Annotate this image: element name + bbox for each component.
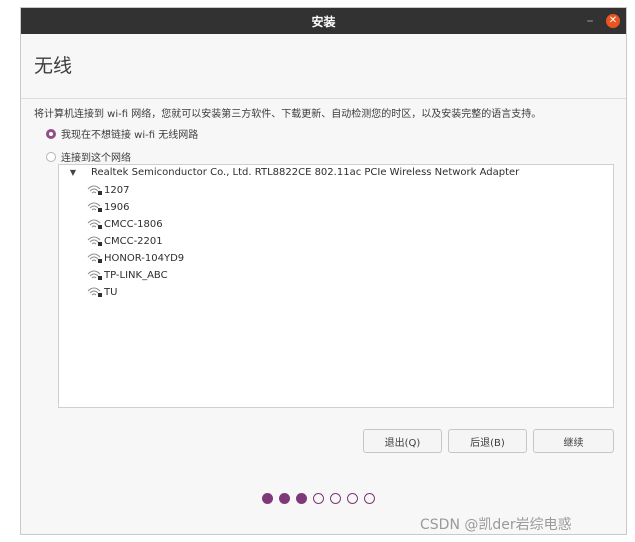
radio-unchecked-icon[interactable] [46, 151, 56, 162]
expander-down-icon[interactable]: ▼ [63, 168, 83, 177]
continue-button[interactable]: 继续 [533, 429, 614, 453]
watermark: CSDN @凯der岩综电惑 [420, 517, 572, 533]
network-ssid: CMCC-1806 [104, 218, 163, 230]
intro-text: 将计算机连接到 wi-fi 网络，您就可以安装第三方软件、下载更新、自动检测您的… [34, 109, 542, 120]
network-ssid: 1906 [104, 201, 130, 213]
network-list[interactable]: ▼ Realtek Semiconductor Co., Ltd. RTL882… [58, 164, 614, 408]
network-ssid: HONOR-104YD9 [104, 252, 185, 264]
progress-dot-empty [364, 493, 375, 504]
network-item[interactable]: 1906 [87, 201, 129, 213]
network-ssid: TP-LINK_ABC [104, 269, 168, 281]
wifi-locked-icon [87, 185, 102, 195]
network-ssid: TU [104, 286, 118, 298]
progress-dot-filled [279, 493, 290, 504]
radio-checked-icon[interactable] [46, 128, 56, 139]
connect-network-option[interactable]: 连接到这个网络 [46, 149, 131, 164]
network-ssid: CMCC-2201 [104, 235, 163, 247]
connect-network-label: 连接到这个网络 [61, 153, 131, 164]
no-wifi-label: 我现在不想链接 wi-fi 无线网路 [61, 130, 199, 141]
adapter-name: Realtek Semiconductor Co., Ltd. RTL8822C… [91, 167, 520, 178]
network-item[interactable]: CMCC-1806 [87, 218, 163, 230]
wifi-locked-icon [87, 253, 102, 263]
window-title: 安装 [311, 14, 336, 29]
close-button[interactable]: ✕ [606, 14, 620, 28]
wifi-locked-icon [87, 236, 102, 246]
title-bar[interactable]: 安装 – ✕ [21, 8, 626, 34]
network-item[interactable]: HONOR-104YD9 [87, 252, 184, 264]
wifi-locked-icon [87, 219, 102, 229]
network-item[interactable]: TP-LINK_ABC [87, 269, 168, 281]
wifi-locked-icon [87, 270, 102, 280]
page-header: 无线 [21, 34, 626, 99]
no-wifi-option[interactable]: 我现在不想链接 wi-fi 无线网路 [46, 126, 198, 141]
progress-dot-filled [296, 493, 307, 504]
installer-window: 安装 – ✕ 无线 将计算机连接到 wi-fi 网络，您就可以安装第三方软件、下… [20, 7, 627, 535]
progress-indicator [262, 493, 381, 504]
wifi-locked-icon [87, 287, 102, 297]
back-button[interactable]: 后退(B) [448, 429, 527, 453]
progress-dot-empty [347, 493, 358, 504]
network-ssid: 1207 [104, 184, 130, 196]
wifi-locked-icon [87, 202, 102, 212]
adapter-row[interactable]: ▼ Realtek Semiconductor Co., Ltd. RTL882… [63, 167, 519, 178]
quit-button[interactable]: 退出(Q) [363, 429, 442, 453]
network-item[interactable]: CMCC-2201 [87, 235, 163, 247]
network-item[interactable]: TU [87, 286, 117, 298]
minimize-button[interactable]: – [582, 11, 598, 31]
progress-dot-filled [262, 493, 273, 504]
progress-dot-empty [330, 493, 341, 504]
network-item[interactable]: 1207 [87, 184, 129, 196]
page-title: 无线 [34, 55, 73, 77]
progress-dot-empty [313, 493, 324, 504]
